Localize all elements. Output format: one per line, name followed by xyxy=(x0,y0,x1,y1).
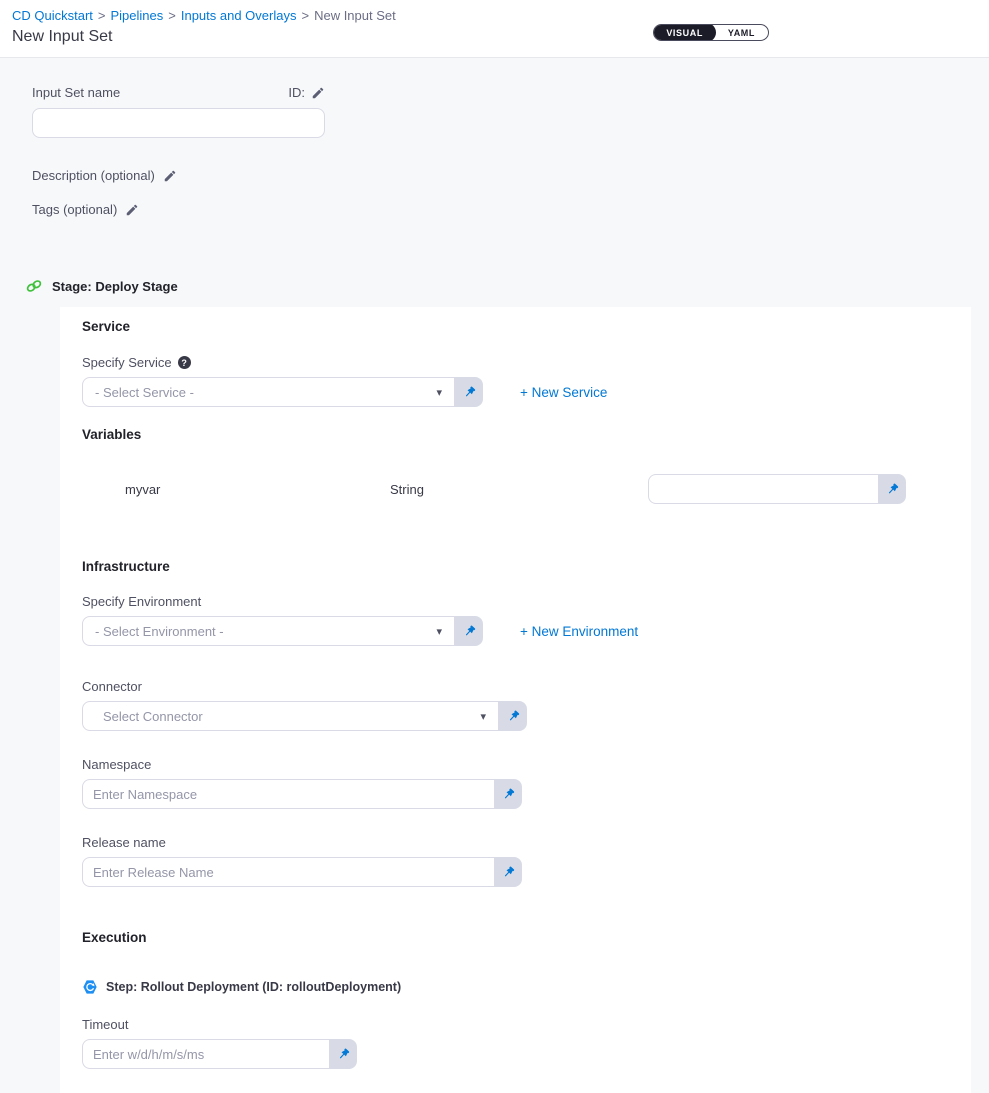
breadcrumb-cd-quickstart[interactable]: CD Quickstart xyxy=(12,8,93,23)
timeout-input[interactable] xyxy=(82,1039,329,1069)
id-label: ID: xyxy=(288,85,305,100)
edit-id-pencil-icon[interactable] xyxy=(311,86,325,100)
pushpin-icon xyxy=(506,709,521,724)
pushpin-icon xyxy=(462,624,477,639)
service-heading: Service xyxy=(82,319,971,334)
variable-value-input[interactable] xyxy=(648,474,878,504)
input-set-name-field[interactable] xyxy=(32,108,325,138)
visual-yaml-toggle: VISUAL YAML xyxy=(653,24,769,41)
pushpin-icon xyxy=(885,482,900,497)
connector-select-dropdown[interactable]: Select Connector ▾ xyxy=(82,701,499,731)
step-row: Step: Rollout Deployment (ID: rolloutDep… xyxy=(82,979,971,995)
release-pin-button[interactable] xyxy=(494,857,522,887)
variable-name: myvar xyxy=(125,482,390,497)
step-title: Step: Rollout Deployment (ID: rolloutDep… xyxy=(106,980,401,994)
main-content: Input Set name ID: Description (optional… xyxy=(0,58,989,217)
service-select-placeholder: - Select Service - xyxy=(95,385,194,400)
connector-select-group: Select Connector ▾ xyxy=(82,701,527,731)
edit-tags-pencil-icon[interactable] xyxy=(125,203,139,217)
environment-select-group: - Select Environment - ▾ xyxy=(82,616,483,646)
variable-row: myvar String xyxy=(82,474,971,504)
timeout-group xyxy=(82,1039,357,1069)
service-pin-button[interactable] xyxy=(455,377,483,407)
toggle-visual[interactable]: VISUAL xyxy=(653,24,716,41)
release-name-input[interactable] xyxy=(82,857,494,887)
toggle-yaml[interactable]: YAML xyxy=(715,24,768,41)
connector-select-placeholder: Select Connector xyxy=(103,709,203,724)
description-label: Description (optional) xyxy=(32,168,155,183)
variable-value-group xyxy=(648,474,906,504)
page-title: New Input Set xyxy=(12,28,971,46)
specify-service-label: Specify Service xyxy=(82,355,172,370)
timeout-pin-button[interactable] xyxy=(329,1039,357,1069)
infrastructure-heading: Infrastructure xyxy=(82,559,971,574)
breadcrumb-current: New Input Set xyxy=(314,8,396,23)
pushpin-icon xyxy=(501,865,516,880)
chevron-down-icon: ▾ xyxy=(436,625,442,638)
timeout-label: Timeout xyxy=(82,1017,128,1032)
connector-label: Connector xyxy=(82,679,142,694)
execution-heading: Execution xyxy=(82,930,971,945)
breadcrumb-inputs-overlays[interactable]: Inputs and Overlays xyxy=(181,8,297,23)
stage-inputs-card: Service Specify Service ? - Select Servi… xyxy=(60,307,971,1093)
breadcrumb-separator: > xyxy=(301,8,309,23)
environment-select-dropdown[interactable]: - Select Environment - ▾ xyxy=(82,616,455,646)
namespace-pin-button[interactable] xyxy=(494,779,522,809)
service-select-group: - Select Service - ▾ xyxy=(82,377,483,407)
breadcrumb-pipelines[interactable]: Pipelines xyxy=(111,8,164,23)
namespace-label: Namespace xyxy=(82,757,151,772)
tags-label: Tags (optional) xyxy=(32,202,117,217)
breadcrumb-separator: > xyxy=(98,8,106,23)
help-icon[interactable]: ? xyxy=(178,356,191,369)
pushpin-icon xyxy=(501,787,516,802)
input-set-name-label: Input Set name xyxy=(32,85,120,100)
service-select-dropdown[interactable]: - Select Service - ▾ xyxy=(82,377,455,407)
stage-title: Stage: Deploy Stage xyxy=(52,279,178,294)
release-name-group xyxy=(82,857,522,887)
page-header: CD Quickstart > Pipelines > Inputs and Overl… xyxy=(0,0,989,58)
connector-pin-button[interactable] xyxy=(499,701,527,731)
chevron-down-icon: ▾ xyxy=(436,386,442,399)
chain-link-icon xyxy=(25,277,43,295)
environment-pin-button[interactable] xyxy=(455,616,483,646)
namespace-input[interactable] xyxy=(82,779,494,809)
new-service-link[interactable]: + New Service xyxy=(520,385,607,400)
breadcrumb-separator: > xyxy=(168,8,176,23)
variable-type: String xyxy=(390,482,648,497)
breadcrumb: CD Quickstart > Pipelines > Inputs and Overl… xyxy=(12,8,971,24)
stage-row: Stage: Deploy Stage xyxy=(25,277,989,295)
release-name-label: Release name xyxy=(82,835,166,850)
pushpin-icon xyxy=(336,1047,351,1062)
environment-select-placeholder: - Select Environment - xyxy=(95,624,224,639)
variables-heading: Variables xyxy=(82,427,971,442)
specify-environment-label: Specify Environment xyxy=(82,594,201,609)
namespace-group xyxy=(82,779,522,809)
chevron-down-icon: ▾ xyxy=(480,710,486,723)
edit-description-pencil-icon[interactable] xyxy=(163,169,177,183)
rollout-step-icon xyxy=(82,979,98,995)
variable-pin-button[interactable] xyxy=(878,474,906,504)
new-environment-link[interactable]: + New Environment xyxy=(520,624,638,639)
pushpin-icon xyxy=(462,385,477,400)
